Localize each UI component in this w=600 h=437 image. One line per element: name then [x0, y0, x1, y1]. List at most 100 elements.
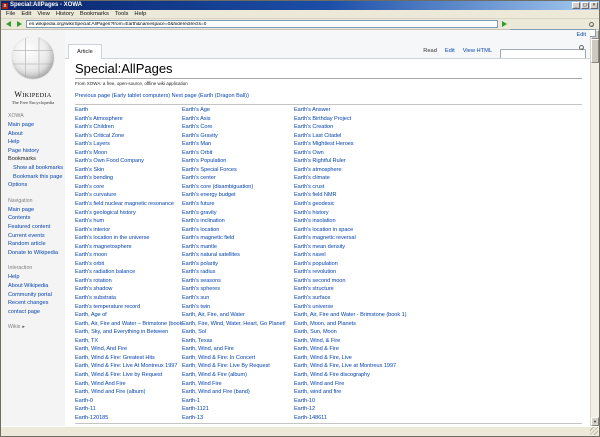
- allpages-link[interactable]: Earth's Rightful Ruler: [294, 157, 582, 166]
- allpages-link[interactable]: Earth, Wind & Fire discography: [294, 371, 582, 380]
- allpages-link[interactable]: Earth's hum: [75, 217, 182, 226]
- sidebar-bookmark-link[interactable]: Bookmark this page: [13, 173, 65, 182]
- allpages-link[interactable]: Earth's mean density: [294, 243, 582, 252]
- sidebar-section-wikis[interactable]: Wikis ▸: [8, 324, 65, 330]
- tab-read[interactable]: Read: [419, 48, 441, 54]
- allpages-link[interactable]: Earth's Moon: [75, 149, 182, 158]
- allpages-link[interactable]: Earth's Children: [75, 123, 182, 132]
- allpages-link[interactable]: Earth's moon: [75, 251, 182, 260]
- sidebar-link[interactable]: Featured content: [8, 223, 65, 232]
- allpages-link[interactable]: Earth's Birthday Project: [294, 115, 582, 124]
- scrollbar-down-icon[interactable]: ▼: [591, 417, 599, 426]
- allpages-link[interactable]: Earth's revolution: [294, 268, 582, 277]
- menu-item[interactable]: View: [34, 10, 52, 19]
- allpages-link[interactable]: Earth's energy budget: [182, 191, 294, 200]
- allpages-link[interactable]: Earth's Critical Zone: [75, 132, 182, 141]
- allpages-link[interactable]: Earth's climate: [294, 174, 582, 183]
- allpages-link[interactable]: Earth-12: [294, 405, 582, 414]
- sidebar-link[interactable]: Help: [8, 138, 65, 147]
- allpages-link[interactable]: Earth's structure: [294, 285, 582, 294]
- allpages-link[interactable]: Earth's natural satellites: [182, 251, 294, 260]
- allpages-link[interactable]: Earth's Man: [182, 140, 294, 149]
- sidebar-link[interactable]: Main page: [8, 206, 65, 215]
- allpages-link[interactable]: Earth's atmosphere: [294, 166, 582, 175]
- allpages-link[interactable]: Earth, Air, Fire and Water – Brimstone (…: [75, 320, 182, 329]
- allpages-link[interactable]: Earth, Sun, Moon: [294, 328, 582, 337]
- allpages-link[interactable]: Earth's radius: [182, 268, 294, 277]
- allpages-link[interactable]: Earth, TX: [75, 337, 182, 346]
- allpages-link[interactable]: Earth's surface: [294, 294, 582, 303]
- allpages-link[interactable]: Earth's Own: [294, 149, 582, 158]
- allpages-link[interactable]: Earth, Wind & Fire: Live by Request: [75, 371, 182, 380]
- forward-button[interactable]: [15, 20, 24, 29]
- allpages-link[interactable]: Earth, Wind and Fire (band): [182, 388, 294, 397]
- allpages-link[interactable]: Earth's geodesic: [294, 200, 582, 209]
- page-search-icon[interactable]: [579, 45, 584, 50]
- sidebar-link[interactable]: Page history: [8, 147, 65, 156]
- menu-item[interactable]: Bookmarks: [77, 10, 112, 19]
- allpages-link[interactable]: Earth, Air, Fire, and Water: [182, 311, 294, 320]
- back-button[interactable]: [4, 20, 13, 29]
- allpages-link[interactable]: Earth's curvature: [75, 191, 182, 200]
- allpages-link[interactable]: Earth's Own Food Company: [75, 157, 182, 166]
- allpages-link[interactable]: Earth's field NMR: [294, 191, 582, 200]
- allpages-link[interactable]: Earth's core: [75, 183, 182, 192]
- allpages-link[interactable]: Earth's Population: [182, 157, 294, 166]
- allpages-link[interactable]: Earth's magnetic reversal: [294, 234, 582, 243]
- resize-grip[interactable]: [590, 427, 598, 435]
- allpages-link[interactable]: Earth-1121: [182, 405, 294, 414]
- allpages-link[interactable]: Earth's orbit: [75, 260, 182, 269]
- allpages-link[interactable]: Earth, Wind & Fire (album): [182, 371, 294, 380]
- allpages-link[interactable]: Earth, Wind & Fire: [294, 345, 582, 354]
- allpages-link[interactable]: Earth, Wind Fire: [182, 380, 294, 389]
- allpages-link[interactable]: Earth's Core: [182, 123, 294, 132]
- sidebar-link[interactable]: Help: [8, 273, 65, 282]
- allpages-link[interactable]: Earth-10: [294, 397, 582, 406]
- next-page-link[interactable]: Next page (Earth (Dragon Ball)): [172, 93, 249, 99]
- allpages-link[interactable]: Earth, Wind & Fire: Live At Montreux 199…: [75, 362, 182, 371]
- allpages-link[interactable]: Earth, Wind And Fire: [75, 380, 182, 389]
- allpages-link[interactable]: Earth's gravity: [182, 209, 294, 218]
- allpages-link[interactable]: Earth, Wind & Fire, Live at Montreux 199…: [294, 362, 582, 371]
- allpages-link[interactable]: Earth-13: [182, 414, 294, 423]
- allpages-link[interactable]: Earth's future: [182, 200, 294, 209]
- close-button[interactable]: ×: [590, 2, 598, 9]
- allpages-link[interactable]: Earth's population: [294, 260, 582, 269]
- allpages-link[interactable]: Earth, Fire, Wind, Water, Heart, Go Plan…: [182, 320, 294, 329]
- allpages-link[interactable]: Earth, Wind, & Fire: [294, 337, 582, 346]
- allpages-link[interactable]: Earth, Wind, And Fire: [75, 345, 182, 354]
- allpages-link[interactable]: Earth's location in the universe: [75, 234, 182, 243]
- allpages-link[interactable]: Earth's sun: [182, 294, 294, 303]
- allpages-link[interactable]: Earth, wind and fire: [294, 388, 582, 397]
- allpages-link[interactable]: Earth's Last Citadel: [294, 132, 582, 141]
- allpages-link[interactable]: Earth's Axis: [182, 115, 294, 124]
- allpages-link[interactable]: Earth, Wind & Fire: In Concert: [182, 354, 294, 363]
- allpages-link[interactable]: Earth's Special Forces: [182, 166, 294, 175]
- allpages-link[interactable]: Earth's magnetic field: [182, 234, 294, 243]
- allpages-link[interactable]: Earth's temperature record: [75, 303, 182, 312]
- sidebar-link[interactable]: Random article: [8, 240, 65, 249]
- sidebar-bookmark-link[interactable]: Show all bookmarks: [13, 164, 65, 173]
- allpages-link[interactable]: Earth, Moon, and Planets: [294, 320, 582, 329]
- allpages-link[interactable]: Earth, Age of: [75, 311, 182, 320]
- sidebar-link[interactable]: Options: [8, 181, 65, 190]
- page-edit-link[interactable]: Edit: [577, 32, 586, 38]
- go-button[interactable]: [500, 20, 508, 28]
- allpages-link[interactable]: Earth, Sol: [182, 328, 294, 337]
- tab-article[interactable]: Article: [68, 44, 102, 59]
- allpages-link[interactable]: Earth's rotation: [75, 277, 182, 286]
- allpages-link[interactable]: Earth's Layers: [75, 140, 182, 149]
- allpages-link[interactable]: Earth's history: [294, 209, 582, 218]
- allpages-link[interactable]: Earth's shadow: [75, 285, 182, 294]
- allpages-link[interactable]: Earth's magnetosphere: [75, 243, 182, 252]
- allpages-link[interactable]: Earth's Creation: [294, 123, 582, 132]
- menu-item[interactable]: Tools: [112, 10, 132, 19]
- sidebar-link[interactable]: About Wikipedia: [8, 282, 65, 291]
- allpages-link[interactable]: Earth's core (disambiguation): [182, 183, 294, 192]
- allpages-link[interactable]: Earth's polarity: [182, 260, 294, 269]
- allpages-link[interactable]: Earth's Gravity: [182, 132, 294, 141]
- allpages-link[interactable]: Earth's insolation: [294, 217, 582, 226]
- allpages-link[interactable]: Earth, Wind & Fire: Live By Request: [182, 362, 294, 371]
- allpages-link[interactable]: Earth's navel: [294, 251, 582, 260]
- sidebar-link[interactable]: Current events: [8, 232, 65, 241]
